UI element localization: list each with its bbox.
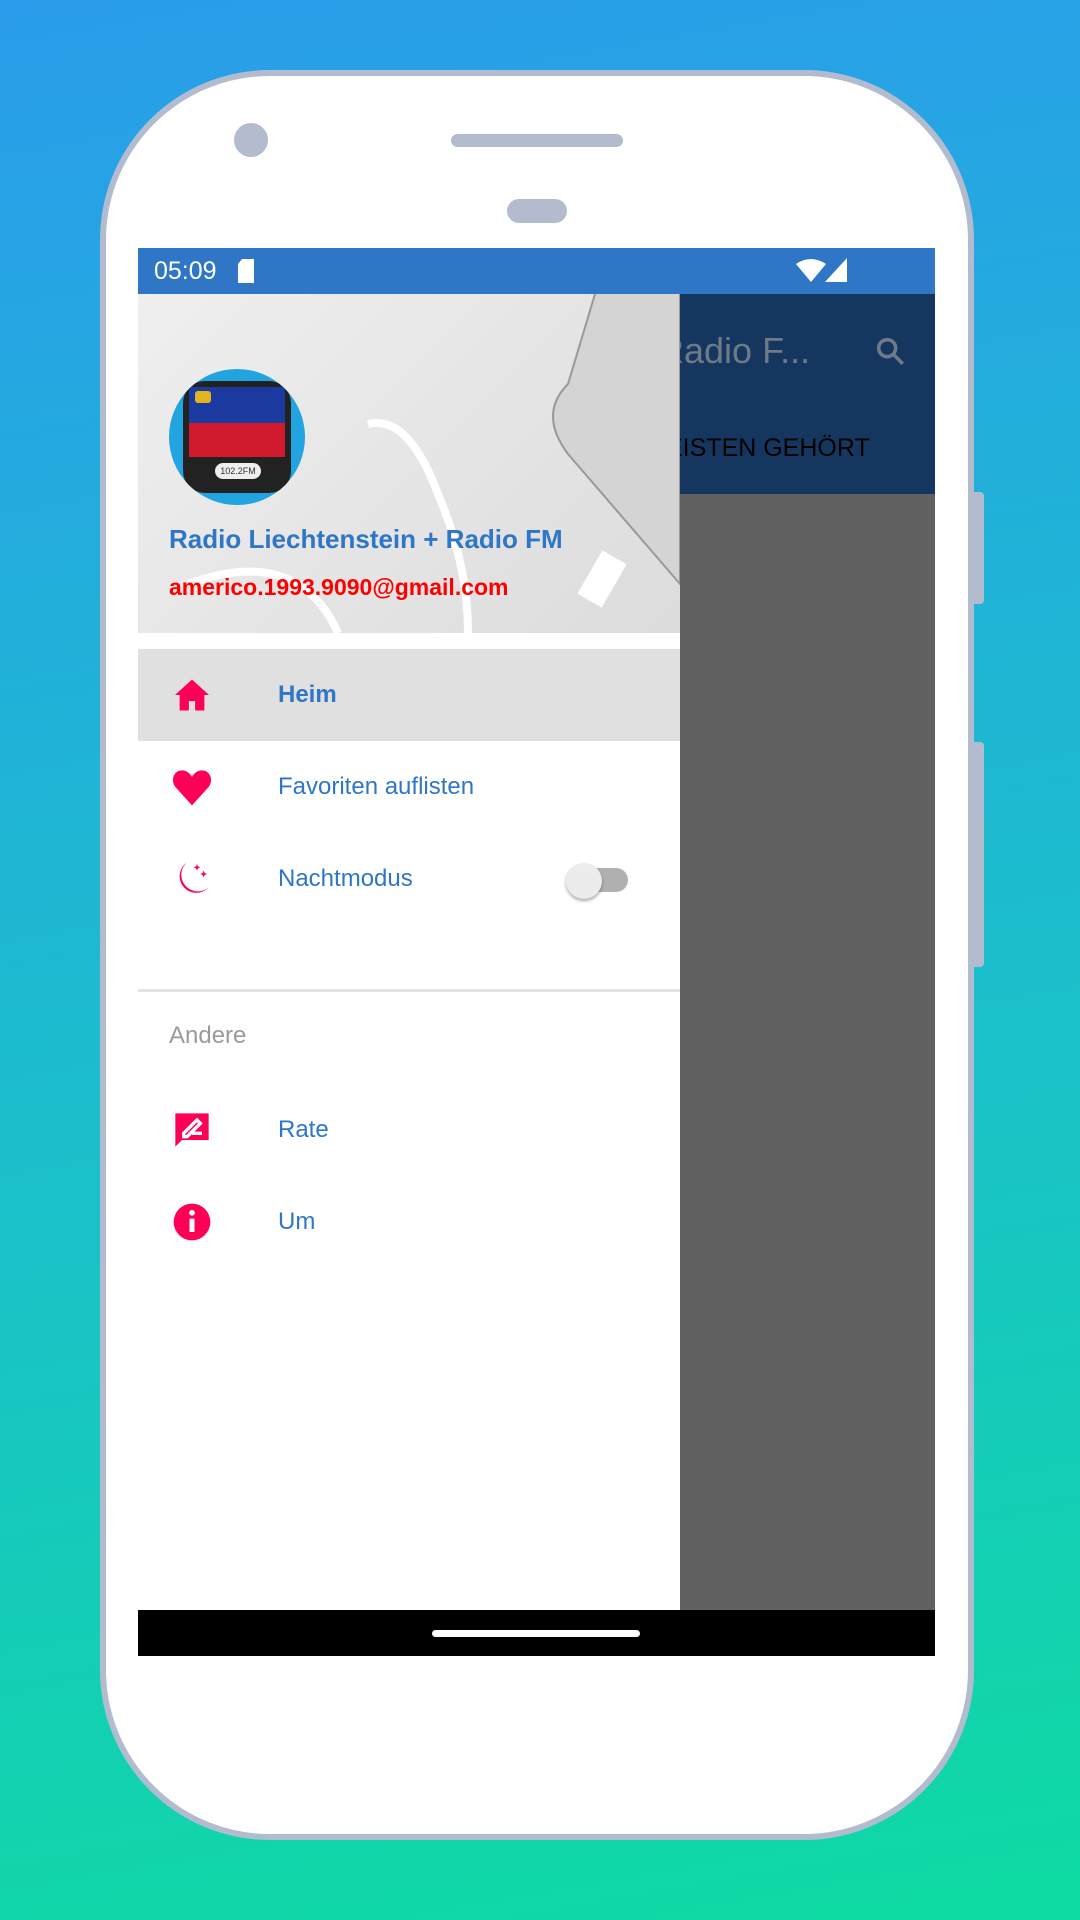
- drawer-header: 102.2FM Radio Liechtenstein + Radio FM a…: [138, 294, 680, 633]
- avatar-frequency: 102.2FM: [215, 463, 261, 479]
- volume-button: [974, 742, 984, 967]
- app-title: Radio F...: [658, 330, 811, 371]
- drawer-item-nachtmodus[interactable]: Nachtmodus: [138, 833, 680, 925]
- drawer-item-label: Heim: [278, 681, 337, 708]
- rate-icon: [171, 1109, 213, 1151]
- sensor: [507, 199, 567, 223]
- wifi-icon: [796, 259, 826, 282]
- home-gesture-handle[interactable]: [432, 1630, 640, 1637]
- speaker-grille: [451, 134, 623, 147]
- search-icon[interactable]: [873, 334, 907, 368]
- signal-icon: [825, 258, 847, 282]
- drawer-item-rate[interactable]: Rate: [138, 1084, 680, 1176]
- drawer-item-label: Nachtmodus: [278, 865, 413, 892]
- screen: 05:09 Radio F... EISTEN GEHÖRT 102.2FM R: [138, 248, 935, 1656]
- night-mode-toggle[interactable]: [566, 863, 628, 899]
- drawer-item-label: Favoriten auflisten: [278, 773, 475, 800]
- home-icon: [171, 674, 213, 716]
- power-button: [974, 492, 984, 604]
- system-nav-bar: [138, 1610, 935, 1656]
- status-time: 05:09: [154, 257, 217, 285]
- drawer-app-title: Radio Liechtenstein + Radio FM: [169, 524, 563, 554]
- section-header-andere: Andere: [169, 1022, 247, 1049]
- drawer-item-um[interactable]: Um: [138, 1176, 680, 1268]
- heart-icon: [171, 766, 213, 808]
- drawer-item-label: Um: [278, 1208, 316, 1235]
- app-logo-avatar: 102.2FM: [169, 369, 305, 505]
- drawer-item-heim[interactable]: Heim: [138, 649, 680, 741]
- drawer-item-label: Rate: [278, 1116, 329, 1143]
- info-icon: [171, 1201, 213, 1243]
- tab-most-heard[interactable]: EISTEN GEHÖRT: [666, 434, 870, 463]
- moon-icon: [171, 858, 213, 900]
- drawer-email: americo.1993.9090@gmail.com: [169, 574, 509, 600]
- drawer-item-favoriten[interactable]: Favoriten auflisten: [138, 741, 680, 833]
- front-camera: [234, 123, 268, 157]
- navigation-drawer: 102.2FM Radio Liechtenstein + Radio FM a…: [138, 294, 680, 1610]
- divider: [138, 989, 680, 992]
- status-bar: 05:09: [138, 248, 935, 294]
- sd-card-icon: [238, 259, 254, 283]
